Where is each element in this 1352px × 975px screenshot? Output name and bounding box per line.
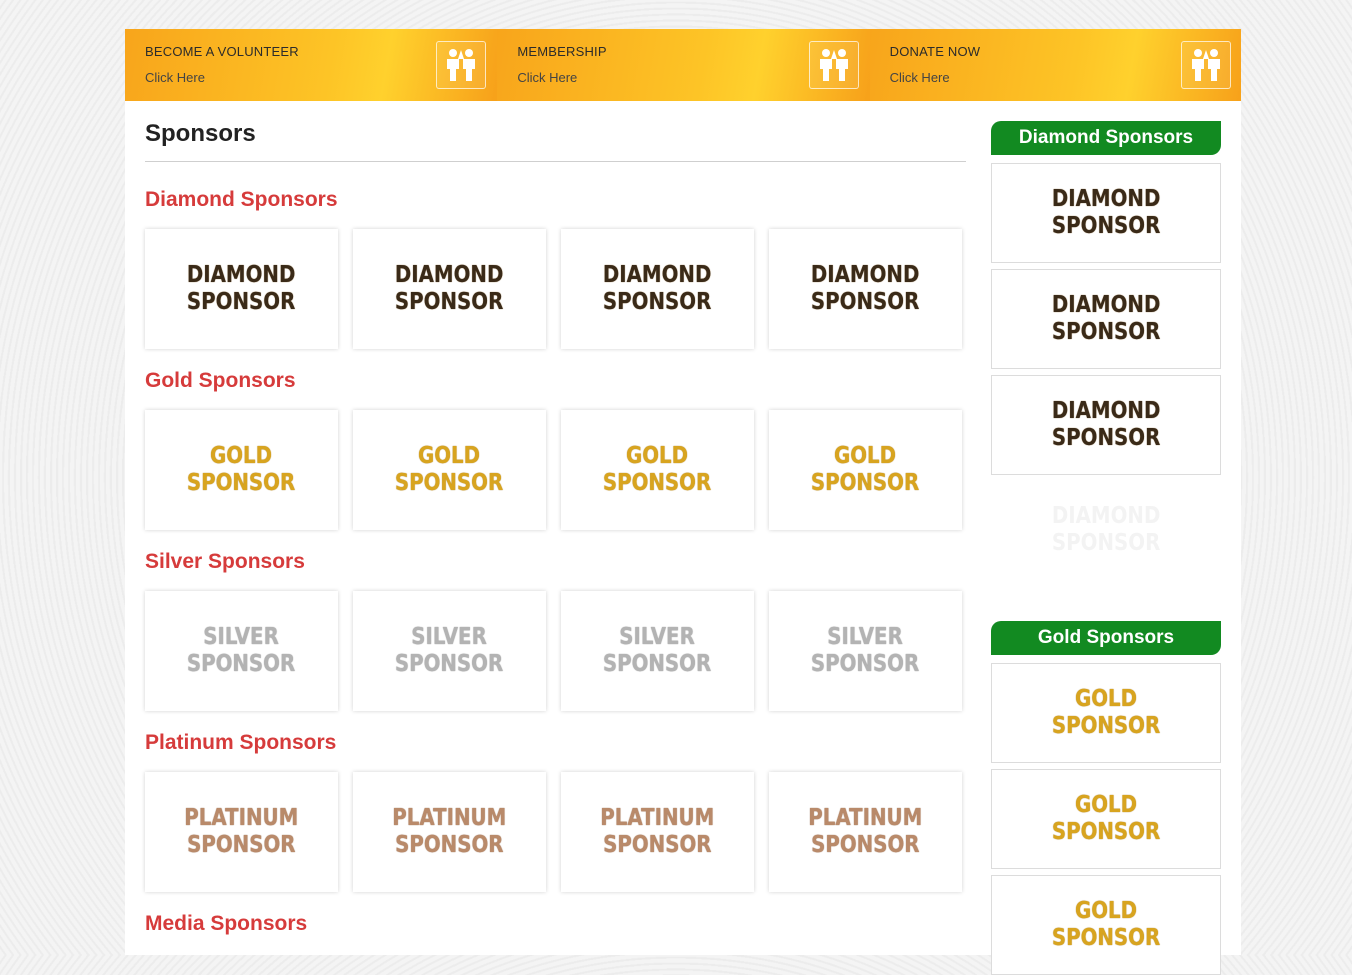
sponsor-card-diamond[interactable]: DIAMOND SPONSOR xyxy=(145,229,338,349)
diamond-sponsor-logo: DIAMOND SPONSOR xyxy=(1051,186,1161,239)
sponsors-main: Sponsors Diamond Sponsors DIAMOND SPONSOR… xyxy=(145,121,966,936)
sponsor-card-diamond[interactable]: DIAMOND SPONSOR xyxy=(561,229,754,349)
cta-bar: BECOME A VOLUNTEER Click Here MEMBERSHIP… xyxy=(125,29,1241,101)
section-title-gold: Gold Sponsors xyxy=(145,369,296,392)
diamond-sponsor-logo: DIAMOND SPONSOR xyxy=(187,262,296,315)
people-icon xyxy=(1180,41,1231,89)
diamond-grid: DIAMOND SPONSOR DIAMOND SPONSOR DIAMOND SPO… xyxy=(145,229,966,349)
diamond-sponsor-logo: DIAMOND SPONSOR xyxy=(1051,292,1161,345)
gold-sponsor-logo: GOLD SPONSOR xyxy=(1051,686,1161,739)
sidebar-diamond-card[interactable]: DIAMOND SPONSOR xyxy=(991,269,1221,369)
sponsor-card-gold[interactable]: GOLD SPONSOR xyxy=(145,410,338,530)
sponsor-card-silver[interactable]: SILVER SPONSOR xyxy=(561,591,754,711)
sidebar: Diamond Sponsors DIAMOND SPONSOR DIAMOND S… xyxy=(991,121,1221,975)
sidebar-diamond-card[interactable]: DIAMOND SPONSOR xyxy=(991,375,1221,475)
silver-grid: SILVER SPONSOR SILVER SPONSOR SILVER SPONSO… xyxy=(145,591,966,711)
silver-sponsor-logo: SILVER SPONSOR xyxy=(811,624,920,677)
sponsor-card-platinum[interactable]: PLATINUM SPONSOR xyxy=(145,772,338,892)
cta-donate-title: DONATE NOW xyxy=(889,44,981,59)
gold-sponsor-logo: GOLD SPONSOR xyxy=(395,443,504,496)
silver-sponsor-logo: SILVER SPONSOR xyxy=(187,624,296,677)
platinum-sponsor-logo: PLATINUM SPONSOR xyxy=(392,805,507,858)
cta-membership-link[interactable]: Click Here xyxy=(517,70,577,85)
sponsor-card-gold[interactable]: GOLD SPONSOR xyxy=(769,410,962,530)
cta-volunteer[interactable]: BECOME A VOLUNTEER Click Here xyxy=(125,29,497,101)
cta-membership-title: MEMBERSHIP xyxy=(517,44,607,59)
page-title: Sponsors xyxy=(145,120,256,147)
cta-volunteer-link[interactable]: Click Here xyxy=(145,70,205,85)
people-icon xyxy=(436,41,487,89)
section-title-diamond: Diamond Sponsors xyxy=(145,188,338,211)
platinum-sponsor-logo: PLATINUM SPONSOR xyxy=(184,805,299,858)
sponsor-card-platinum[interactable]: PLATINUM SPONSOR xyxy=(353,772,546,892)
diamond-sponsor-logo: DIAMOND SPONSOR xyxy=(1051,503,1161,556)
gold-grid: GOLD SPONSOR GOLD SPONSOR GOLD SPONSOR GOLD… xyxy=(145,410,966,530)
sidebar-gold-card[interactable]: GOLD SPONSOR xyxy=(991,769,1221,869)
cta-donate[interactable]: DONATE NOW Click Here xyxy=(868,29,1241,101)
people-icon xyxy=(808,41,859,89)
gold-sponsor-logo: GOLD SPONSOR xyxy=(187,443,296,496)
silver-sponsor-logo: SILVER SPONSOR xyxy=(395,624,504,677)
sponsor-card-diamond[interactable]: DIAMOND SPONSOR xyxy=(769,229,962,349)
sponsor-card-platinum[interactable]: PLATINUM SPONSOR xyxy=(561,772,754,892)
sponsor-card-gold[interactable]: GOLD SPONSOR xyxy=(561,410,754,530)
silver-sponsor-logo: SILVER SPONSOR xyxy=(603,624,712,677)
page-container: BECOME A VOLUNTEER Click Here MEMBERSHIP… xyxy=(125,29,1241,975)
diamond-sponsor-logo: DIAMOND SPONSOR xyxy=(1051,398,1161,451)
sponsor-card-platinum[interactable]: PLATINUM SPONSOR xyxy=(769,772,962,892)
sponsor-card-gold[interactable]: GOLD SPONSOR xyxy=(353,410,546,530)
sponsor-card-silver[interactable]: SILVER SPONSOR xyxy=(145,591,338,711)
sidebar-diamond-heading: Diamond Sponsors xyxy=(991,121,1221,155)
sidebar-diamond-card[interactable]: DIAMOND SPONSOR xyxy=(991,163,1221,263)
cta-volunteer-title: BECOME A VOLUNTEER xyxy=(145,44,299,59)
platinum-sponsor-logo: PLATINUM SPONSOR xyxy=(600,805,715,858)
platinum-grid: PLATINUM SPONSOR PLATINUM SPONSOR PLATINUM… xyxy=(145,772,966,892)
diamond-sponsor-logo: DIAMOND SPONSOR xyxy=(811,262,920,315)
title-divider xyxy=(145,161,966,162)
sponsor-card-silver[interactable]: SILVER SPONSOR xyxy=(769,591,962,711)
sponsor-card-silver[interactable]: SILVER SPONSOR xyxy=(353,591,546,711)
sidebar-gold-card[interactable]: GOLD SPONSOR xyxy=(991,875,1221,975)
section-title-silver: Silver Sponsors xyxy=(145,550,305,573)
platinum-sponsor-logo: PLATINUM SPONSOR xyxy=(808,805,923,858)
diamond-sponsor-logo: DIAMOND SPONSOR xyxy=(603,262,712,315)
sidebar-diamond-card-fading[interactable]: DIAMOND SPONSOR xyxy=(991,481,1221,579)
gold-sponsor-logo: GOLD SPONSOR xyxy=(1051,898,1161,951)
cta-donate-link[interactable]: Click Here xyxy=(890,70,950,85)
sponsor-card-diamond[interactable]: DIAMOND SPONSOR xyxy=(353,229,546,349)
section-title-platinum: Platinum Sponsors xyxy=(145,731,337,754)
gold-sponsor-logo: GOLD SPONSOR xyxy=(603,443,712,496)
gold-sponsor-logo: GOLD SPONSOR xyxy=(1051,792,1161,845)
sidebar-gold-card[interactable]: GOLD SPONSOR xyxy=(991,663,1221,763)
sidebar-gold-heading: Gold Sponsors xyxy=(991,621,1221,655)
diamond-sponsor-logo: DIAMOND SPONSOR xyxy=(395,262,504,315)
section-title-media: Media Sponsors xyxy=(145,912,308,935)
cta-membership[interactable]: MEMBERSHIP Click Here xyxy=(496,29,869,101)
gold-sponsor-logo: GOLD SPONSOR xyxy=(811,443,920,496)
